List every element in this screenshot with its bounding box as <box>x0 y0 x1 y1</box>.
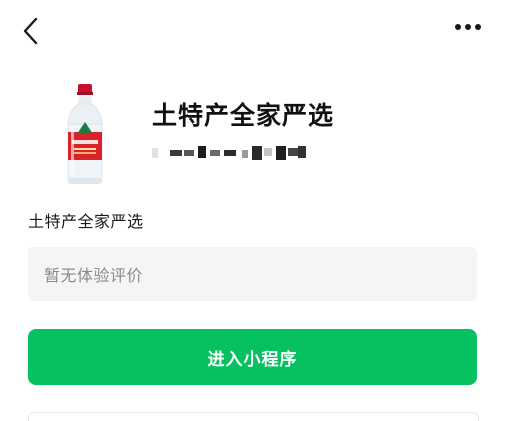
ellipsis-icon <box>455 24 481 30</box>
enter-mini-program-button[interactable]: 进入小程序 <box>28 329 477 385</box>
back-button[interactable] <box>14 12 48 50</box>
review-box: 暂无体验评价 <box>28 247 477 301</box>
redacted-text <box>152 142 312 164</box>
page-title: 土特产全家严选 <box>152 101 335 130</box>
more-options-button[interactable] <box>451 14 485 40</box>
top-bar <box>0 0 505 62</box>
chevron-left-icon <box>23 17 38 45</box>
review-placeholder: 暂无体验评价 <box>44 266 144 285</box>
product-bottle-image <box>60 82 110 188</box>
mini-program-name: 土特产全家严选 <box>28 212 144 231</box>
